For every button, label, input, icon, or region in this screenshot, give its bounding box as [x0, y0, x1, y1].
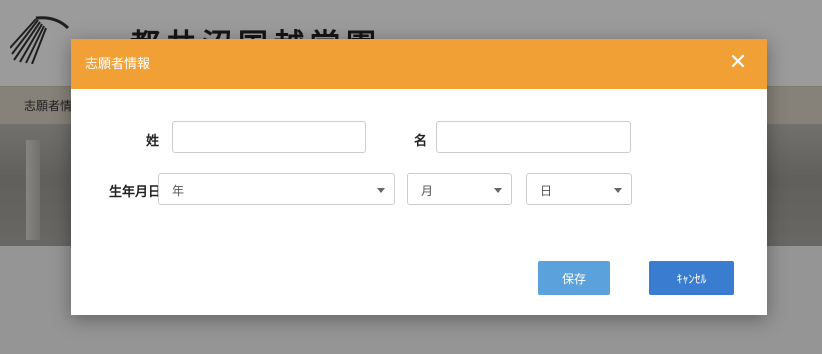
surname-input[interactable] — [172, 121, 366, 153]
birth-year-value: 年 — [172, 184, 185, 198]
birth-month-select[interactable]: 月 — [407, 173, 512, 205]
birth-day-value: 日 — [540, 184, 553, 198]
applicant-info-dialog: 志願者情報 ✕ 姓 名 生年月日 年 月 日 保存 ｷｬﾝｾﾙ — [71, 39, 767, 315]
save-button[interactable]: 保存 — [538, 261, 610, 295]
birth-month-value: 月 — [421, 184, 434, 198]
chevron-down-icon — [494, 188, 502, 193]
given-name-label: 名 — [413, 134, 427, 149]
close-icon[interactable]: ✕ — [725, 50, 751, 76]
birth-year-select[interactable]: 年 — [158, 173, 395, 205]
birthdate-label: 生年月日 — [108, 185, 161, 200]
dialog-header: 志願者情報 ✕ — [71, 39, 767, 89]
birth-day-select[interactable]: 日 — [526, 173, 632, 205]
chevron-down-icon — [377, 188, 385, 193]
surname-label: 姓 — [145, 134, 159, 149]
cancel-button[interactable]: ｷｬﾝｾﾙ — [649, 261, 734, 295]
dialog-title: 志願者情報 — [85, 57, 151, 72]
given-name-input[interactable] — [436, 121, 631, 153]
chevron-down-icon — [614, 188, 622, 193]
